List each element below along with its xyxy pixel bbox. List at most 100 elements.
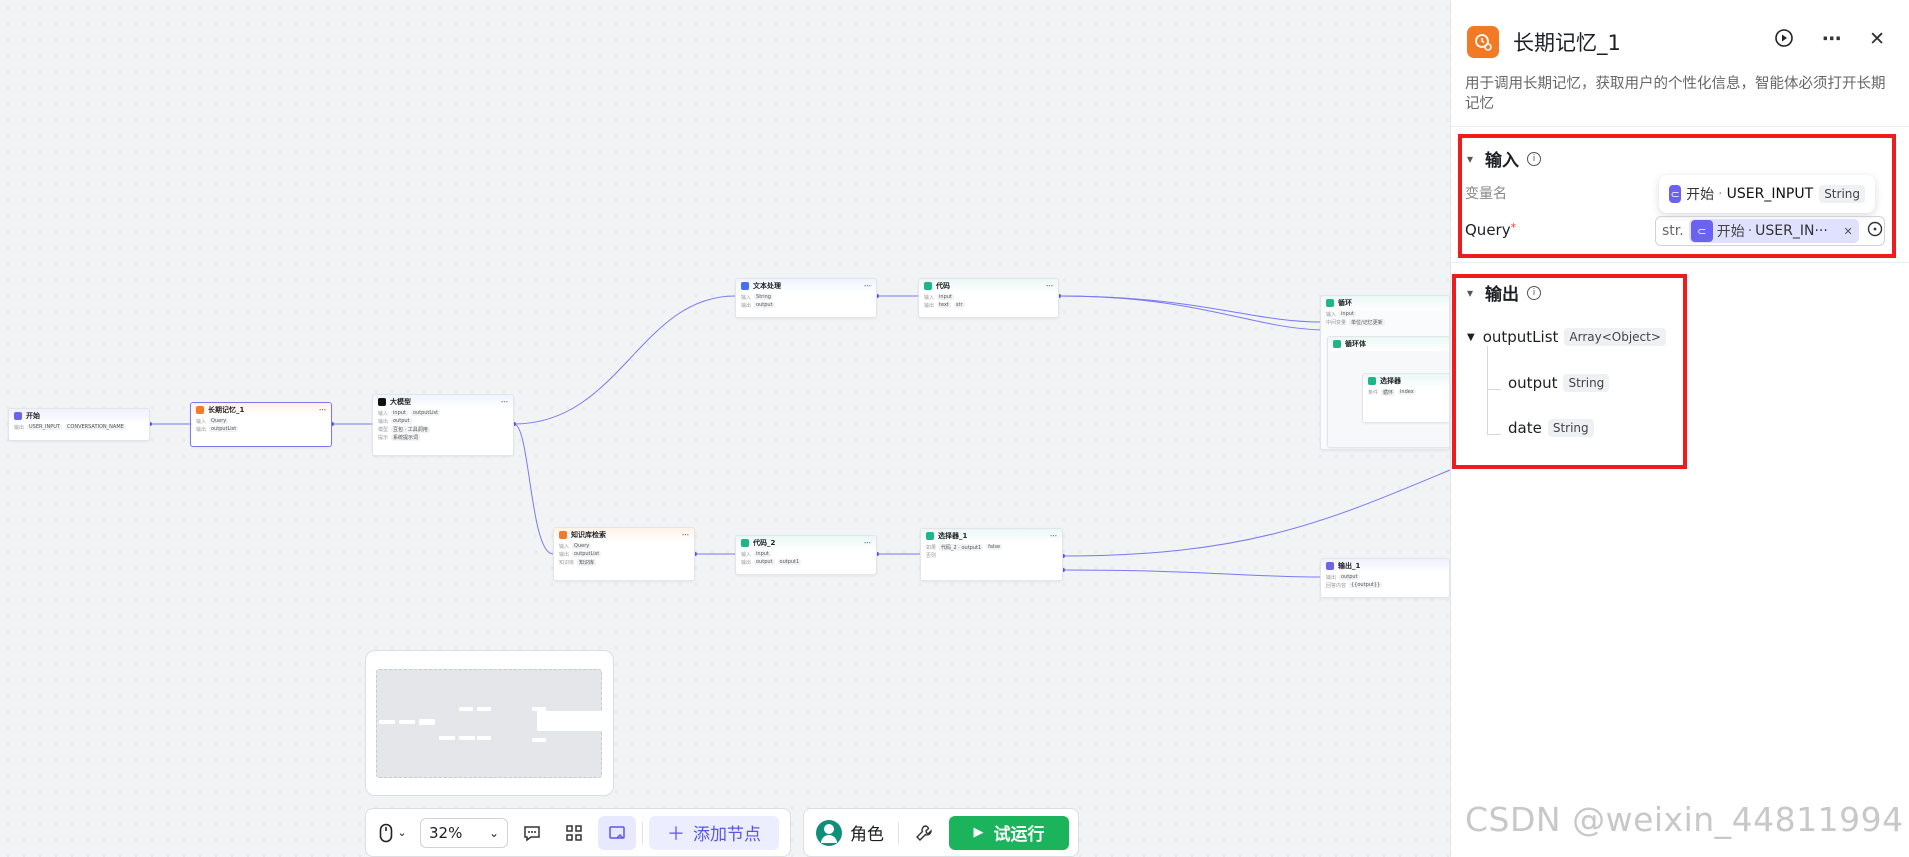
code-node-icon (924, 282, 932, 290)
canvas-toolbar: ⌄ 32% ⌄ ＋ 添加节点 (365, 808, 791, 857)
plus-icon: ＋ (667, 823, 685, 845)
node-more-icon[interactable]: ⋯ (864, 282, 871, 290)
zoom-select[interactable]: 32% ⌄ (420, 817, 508, 848)
node-title: 开始 (26, 412, 40, 420)
node-title: 知识库检索 (571, 531, 606, 539)
node-long-term-memory[interactable]: 长期记忆_1 ⋯ 输入 Query 输出 outputList (190, 402, 332, 447)
node-more-icon[interactable]: ⋯ (1046, 282, 1053, 290)
edge-selector1-loop (1062, 469, 1451, 557)
node-title: 代码_2 (753, 539, 776, 547)
node-param: 系统提示词 (391, 433, 421, 441)
test-run-button[interactable]: ▶ 试运行 (949, 815, 1069, 850)
memory-node-icon (196, 406, 204, 414)
node-param: input (1339, 311, 1356, 317)
node-title: 大模型 (390, 398, 411, 406)
start-node-icon (14, 412, 22, 420)
edge-selector1-output (1062, 569, 1321, 578)
node-title: 输出_1 (1338, 562, 1361, 570)
node-llm[interactable]: 大模型 ⋯ 输入 input outputList 输出 output 模型 豆包 · 工… (372, 394, 514, 456)
node-param: outputList (209, 426, 239, 432)
loop-node-icon (1326, 299, 1334, 307)
role-label: 角色 (850, 825, 884, 845)
node-param: Query (209, 418, 229, 424)
add-node-button[interactable]: ＋ 添加节点 (649, 815, 779, 850)
node-title: 文本处理 (753, 282, 781, 290)
node-param: outputList (410, 410, 441, 416)
edge-code-loop2 (1058, 295, 1323, 331)
node-param: output (1339, 574, 1360, 580)
auto-layout-button[interactable] (556, 816, 592, 850)
test-run-label: 试运行 (993, 825, 1045, 845)
node-param: outputList (572, 551, 602, 557)
node-more-icon[interactable]: ⋯ (501, 398, 508, 406)
run-toolbar: 角色 ▶ 试运行 (803, 808, 1079, 857)
settings-button[interactable] (907, 816, 941, 850)
selector-node-icon (1368, 377, 1376, 385)
node-param: USER_INPUT (27, 424, 62, 430)
node-title: 循环体 (1345, 340, 1366, 348)
node-code-2[interactable]: 代码_2 ⋯ 输入 input 输出 output output1 (735, 535, 877, 575)
node-param: 代码_2 · output1 (939, 543, 984, 551)
node-param: input (754, 551, 771, 557)
output-highlight-box (1452, 274, 1687, 469)
node-title: 长期记忆_1 (208, 406, 245, 414)
node-param: 循环 (1381, 388, 1396, 396)
chevron-down-icon: ⌄ (488, 825, 499, 840)
close-icon[interactable]: ✕ (1869, 28, 1885, 53)
mouse-icon (380, 823, 393, 842)
watermark: CSDN @weixin_44811994 (1465, 800, 1904, 839)
node-param: input (391, 410, 408, 416)
node-more-icon[interactable]: ⋯ (1050, 532, 1057, 540)
add-node-label: 添加节点 (693, 825, 761, 845)
node-text-processing[interactable]: 文本处理 ⋯ 输入 String 输出 output (735, 278, 877, 318)
code2-node-icon (741, 539, 749, 547)
node-param: str (953, 302, 965, 308)
node-start[interactable]: 开始 输出 USER_INPUT CONVERSATION_NAME (8, 408, 150, 441)
node-param: String (754, 294, 773, 300)
node-param: index (1398, 389, 1416, 395)
layout-grid-icon (566, 824, 582, 841)
llm-node-icon (378, 398, 386, 406)
node-output-1[interactable]: 输出_1 输出 output 回答内容 {{output}} (1320, 558, 1450, 598)
node-loop[interactable]: 循环 输入 input 中间变量 单位/记忆更新 循环体 选择器 条件 循环 index (1320, 295, 1450, 450)
kb-node-icon (559, 531, 567, 539)
node-param: input (937, 294, 954, 300)
interaction-mode-button[interactable]: ⌄ (372, 816, 414, 850)
output-node-icon (1326, 562, 1334, 570)
loop-body-icon (1333, 340, 1341, 348)
minimap-toggle-button[interactable] (598, 815, 636, 850)
node-more-icon[interactable]: ⋯ (682, 531, 689, 539)
wrench-icon (916, 824, 932, 841)
panel-title: 长期记忆_1 (1513, 31, 1621, 55)
node-selector-1[interactable]: 选择器_1 ⋯ 如果 代码_2 · output1 false 否则 (920, 528, 1063, 581)
node-title: 循环 (1338, 299, 1352, 307)
minimap-icon (609, 825, 625, 839)
minimap-viewport[interactable] (376, 669, 603, 778)
node-param: {{output}} (1349, 582, 1383, 588)
node-param: output (754, 559, 775, 565)
node-knowledge-search[interactable]: 知识库检索 ⋯ 输入 Query 输出 outputList 知识库 知识库 (553, 527, 695, 581)
more-icon[interactable]: ⋯ (1822, 28, 1841, 53)
node-title: 代码 (936, 282, 950, 290)
node-param: output (754, 302, 775, 308)
node-param: CONVERSATION_NAME (64, 424, 126, 430)
play-icon: ▶ (973, 825, 984, 840)
node-more-icon[interactable]: ⋯ (319, 406, 326, 414)
minimap[interactable] (365, 650, 614, 796)
comment-icon (524, 825, 540, 841)
node-selector[interactable]: 选择器 条件 循环 index (1362, 373, 1449, 423)
node-param: 单位/记忆更新 (1349, 318, 1385, 326)
node-code[interactable]: 代码 ⋯ 输入 input 输出 text str (918, 278, 1059, 318)
chevron-down-icon: ⌄ (397, 826, 407, 839)
comment-button[interactable] (514, 816, 550, 850)
role-button[interactable]: 角色 (810, 816, 890, 850)
node-param: false (986, 544, 1003, 550)
edge-llm-kb (513, 423, 554, 555)
node-title: 选择器 (1380, 377, 1401, 385)
node-more-icon[interactable]: ⋯ (864, 539, 871, 547)
run-node-icon[interactable] (1774, 28, 1794, 53)
node-loop-body[interactable]: 循环体 选择器 条件 循环 index (1327, 336, 1449, 448)
avatar-icon (816, 819, 842, 846)
text-node-icon (741, 282, 749, 290)
zoom-value: 32% (429, 823, 463, 842)
